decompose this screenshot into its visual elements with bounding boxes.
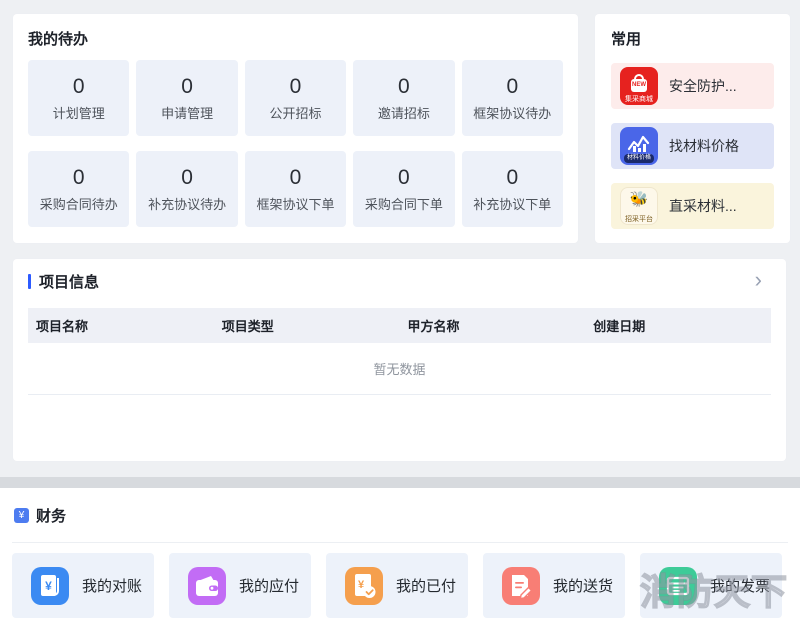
todo-count: 0 xyxy=(398,165,410,190)
todo-label: 采购合同下单 xyxy=(365,194,443,213)
common-item-label: 直采材料... xyxy=(669,196,737,216)
todo-count: 0 xyxy=(506,74,518,99)
chevron-right-icon[interactable]: › xyxy=(755,269,762,291)
todo-label: 补充协议待办 xyxy=(148,194,226,213)
icon-caption: 招采平台 xyxy=(620,216,658,224)
todo-count: 0 xyxy=(181,165,193,190)
finance-card-my-reconciliation[interactable]: ¥ 我的对账 xyxy=(12,553,154,618)
project-title-row: 项目信息 › xyxy=(28,271,771,292)
common-panel: 常用 NEW 集采商城 安全防护... 材料价格 找材料价格 xyxy=(595,14,790,243)
todo-label: 公开招标 xyxy=(269,103,321,122)
todo-label: 补充协议下单 xyxy=(473,194,551,213)
svg-text:¥: ¥ xyxy=(45,579,52,593)
common-panel-title: 常用 xyxy=(611,28,774,49)
finance-header: ¥ 财务 xyxy=(14,505,66,526)
finance-divider xyxy=(12,542,788,543)
finance-card-label: 我的对账 xyxy=(82,575,142,596)
finance-card-label: 我的发票 xyxy=(710,575,770,596)
wallet-icon xyxy=(188,567,226,605)
finance-title: 财务 xyxy=(36,505,66,526)
column-header-party-a-name: 甲方名称 xyxy=(400,316,586,335)
finance-cards: ¥ 我的对账 我的应付 xyxy=(12,553,782,618)
todo-count: 0 xyxy=(290,165,302,190)
project-info-panel: 项目信息 › 项目名称 项目类型 甲方名称 创建日期 暂无数据 xyxy=(13,259,786,461)
bee-icon: 🐝 xyxy=(620,190,658,208)
todo-card-plan-management[interactable]: 0 计划管理 xyxy=(28,60,129,136)
common-item-direct-material[interactable]: 🐝 招采平台 直采材料... xyxy=(611,183,774,229)
todo-count: 0 xyxy=(398,74,410,99)
finance-card-label: 我的送货 xyxy=(553,575,613,596)
todo-card-framework-agreement-todo[interactable]: 0 框架协议待办 xyxy=(462,60,563,136)
common-item-safety-mall[interactable]: NEW 集采商城 安全防护... xyxy=(611,63,774,109)
todo-count: 0 xyxy=(73,74,85,99)
empty-data-placeholder: 暂无数据 xyxy=(28,343,771,395)
finance-card-my-invoice[interactable]: 我的发票 xyxy=(640,553,782,618)
todo-card-invited-bidding[interactable]: 0 邀请招标 xyxy=(353,60,454,136)
todo-panel: 我的待办 0 计划管理 0 申请管理 0 公开招标 0 邀请招标 0 框架协议待… xyxy=(13,14,578,243)
finance-card-my-delivery[interactable]: 我的送货 xyxy=(483,553,625,618)
invoice-icon xyxy=(659,567,697,605)
column-header-project-type: 项目类型 xyxy=(214,316,400,335)
todo-panel-title: 我的待办 xyxy=(28,28,563,49)
icon-caption: 集采商城 xyxy=(620,96,658,104)
todo-label: 邀请招标 xyxy=(378,103,430,122)
reconciliation-icon: ¥ xyxy=(31,567,69,605)
finance-card-my-paid[interactable]: ¥ 我的已付 xyxy=(326,553,468,618)
todo-card-supplement-agreement-todo[interactable]: 0 补充协议待办 xyxy=(136,151,237,227)
todo-card-purchase-contract-todo[interactable]: 0 采购合同待办 xyxy=(28,151,129,227)
column-header-project-name: 项目名称 xyxy=(28,316,214,335)
todo-label: 计划管理 xyxy=(53,103,105,122)
todo-count: 0 xyxy=(181,74,193,99)
todo-count: 0 xyxy=(73,165,85,190)
delivery-note-icon xyxy=(502,567,540,605)
todo-card-framework-agreement-order[interactable]: 0 框架协议下单 xyxy=(245,151,346,227)
title-accent-bar xyxy=(28,274,31,289)
procurement-mall-icon: NEW 集采商城 xyxy=(620,67,658,105)
todo-card-application-management[interactable]: 0 申请管理 xyxy=(136,60,237,136)
todo-grid: 0 计划管理 0 申请管理 0 公开招标 0 邀请招标 0 框架协议待办 0 采… xyxy=(28,60,563,227)
todo-label: 框架协议待办 xyxy=(473,103,551,122)
common-item-label: 找材料价格 xyxy=(669,136,739,156)
common-item-material-price[interactable]: 材料价格 找材料价格 xyxy=(611,123,774,169)
finance-card-label: 我的已付 xyxy=(396,575,456,596)
dashboard-page: 我的待办 0 计划管理 0 申请管理 0 公开招标 0 邀请招标 0 框架协议待… xyxy=(0,0,800,633)
finance-section: ¥ 财务 ¥ 我的对账 xyxy=(0,488,800,633)
price-chart-icon: 材料价格 xyxy=(620,127,658,165)
svg-text:¥: ¥ xyxy=(358,579,365,591)
todo-count: 0 xyxy=(506,165,518,190)
todo-label: 框架协议下单 xyxy=(256,194,334,213)
todo-label: 采购合同待办 xyxy=(40,194,118,213)
todo-card-purchase-contract-order[interactable]: 0 采购合同下单 xyxy=(353,151,454,227)
column-header-create-date: 创建日期 xyxy=(585,316,771,335)
todo-count: 0 xyxy=(290,74,302,99)
finance-icon: ¥ xyxy=(14,508,29,523)
bidding-platform-icon: 🐝 招采平台 xyxy=(620,187,658,225)
icon-caption: 材料价格 xyxy=(624,154,654,163)
section-divider-band xyxy=(0,477,800,488)
project-panel-title: 项目信息 xyxy=(39,271,99,292)
todo-card-public-bidding[interactable]: 0 公开招标 xyxy=(245,60,346,136)
paid-check-icon: ¥ xyxy=(345,567,383,605)
todo-label: 申请管理 xyxy=(161,103,213,122)
finance-card-my-payables[interactable]: 我的应付 xyxy=(169,553,311,618)
finance-card-label: 我的应付 xyxy=(239,575,299,596)
new-badge: NEW xyxy=(620,82,658,88)
todo-card-supplement-agreement-order[interactable]: 0 补充协议下单 xyxy=(462,151,563,227)
common-item-label: 安全防护... xyxy=(669,76,737,96)
project-table-header: 项目名称 项目类型 甲方名称 创建日期 xyxy=(28,308,771,343)
